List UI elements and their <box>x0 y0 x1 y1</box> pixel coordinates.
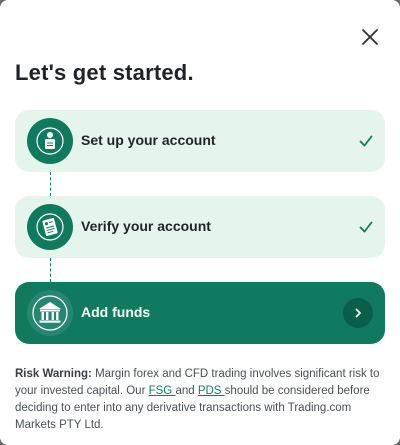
step-label: Verify your account <box>81 218 211 234</box>
continue-button[interactable] <box>343 298 373 328</box>
risk-warning: Risk Warning: Margin forex and CFD tradi… <box>15 366 385 434</box>
risk-warning-label: Risk Warning: <box>15 368 92 380</box>
bank-icon <box>32 295 68 331</box>
fsg-link[interactable]: FSG <box>149 385 176 397</box>
onboarding-modal: Let's get started. Set up your account V… <box>0 0 400 445</box>
check-icon <box>359 135 373 147</box>
chevron-right-icon <box>355 308 361 318</box>
step-icon-circle <box>27 118 73 164</box>
step-setup-account[interactable]: Set up your account <box>15 110 385 172</box>
step-icon-circle <box>27 204 73 250</box>
step-icon-circle <box>27 290 73 336</box>
step-label: Set up your account <box>81 132 216 148</box>
id-document-icon <box>36 213 64 241</box>
pds-link[interactable]: PDS <box>198 385 225 397</box>
user-document-icon <box>36 127 64 155</box>
close-icon <box>362 29 378 45</box>
risk-text-2: and <box>175 385 198 397</box>
step-add-funds[interactable]: Add funds <box>15 282 385 344</box>
step-label: Add funds <box>81 304 151 320</box>
step-verify-account[interactable]: Verify your account <box>15 196 385 258</box>
step-connector <box>50 258 51 282</box>
close-button[interactable] <box>358 25 382 49</box>
step-connector <box>50 172 51 196</box>
page-title: Let's get started. <box>15 60 194 85</box>
check-icon <box>359 221 373 233</box>
